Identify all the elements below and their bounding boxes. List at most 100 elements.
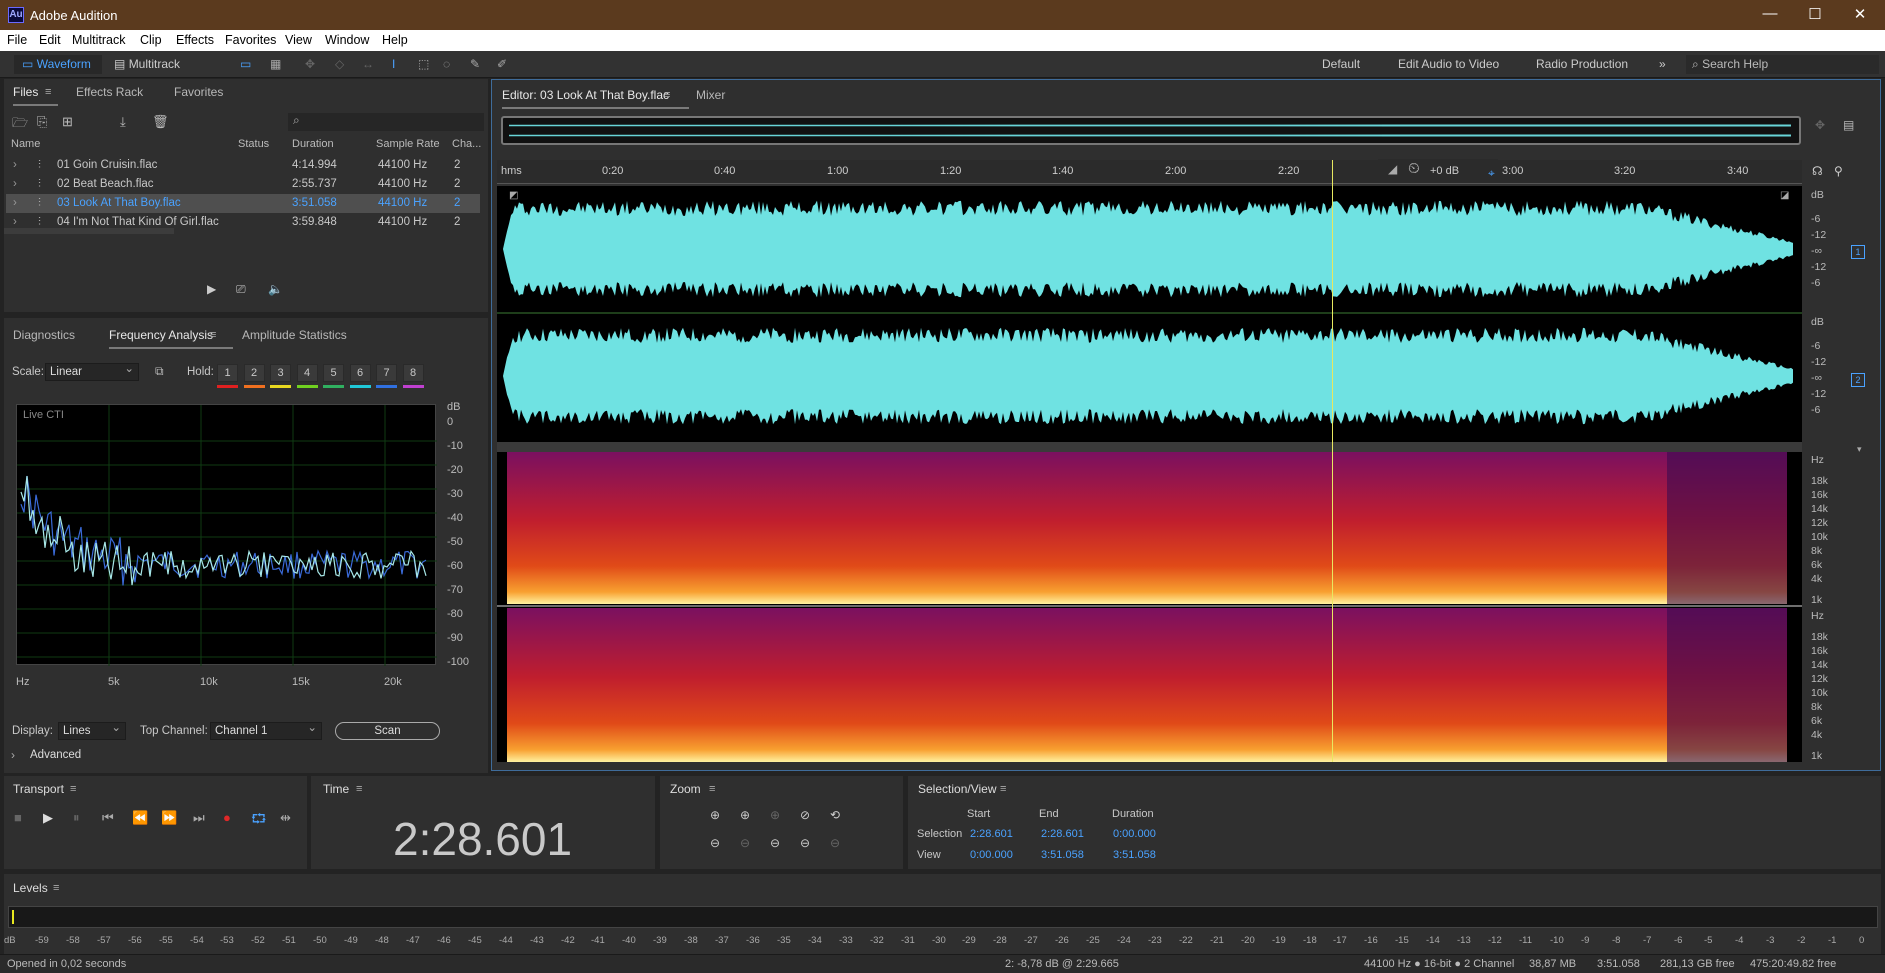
spectral-collapse-icon[interactable]: ▾ xyxy=(1857,444,1862,455)
workspace-default[interactable]: Default xyxy=(1322,55,1360,74)
hold-button-8[interactable]: 8 xyxy=(402,364,424,382)
gain-knob-icon[interactable]: ⏲ xyxy=(1408,160,1420,177)
menu-file[interactable]: File xyxy=(7,33,27,47)
waveform-spectral-divider[interactable] xyxy=(497,442,1802,452)
display-dropdown[interactable]: Lines xyxy=(58,720,126,740)
expand-chevron-icon[interactable]: › xyxy=(13,159,17,171)
hold-button-6[interactable]: 6 xyxy=(349,364,371,382)
scan-button[interactable]: Scan xyxy=(335,722,440,740)
menu-view[interactable]: View xyxy=(285,33,312,47)
file-row[interactable]: › ⫶ 04 I'm Not That Kind Of Girl.flac 3:… xyxy=(6,213,480,232)
panel-options-icon[interactable]: ▤ xyxy=(1843,118,1854,132)
preview-play-icon[interactable]: ▶ xyxy=(207,282,216,296)
spot-healing-tool-icon[interactable]: ✐ xyxy=(497,55,507,74)
zoom-out-amplitude-icon[interactable]: ⊖ xyxy=(710,836,720,850)
tab-files[interactable]: Files xyxy=(13,85,59,106)
channel-1-toggle[interactable]: 1 xyxy=(1851,245,1865,259)
file-row-selected[interactable]: › ⫶ 03 Look At That Boy.flac 3:51.058 44… xyxy=(6,194,480,213)
scale-dropdown[interactable]: Linear xyxy=(45,361,139,381)
top-channel-dropdown[interactable]: Channel 1 xyxy=(210,720,322,740)
hold-button-3[interactable]: 3 xyxy=(270,364,291,382)
lasso-tool-icon[interactable]: ◌ xyxy=(443,55,450,74)
pause-icon[interactable]: ⏸ xyxy=(73,810,80,826)
transport-menu-icon[interactable]: ≡ xyxy=(70,783,76,795)
spectral-display-icon[interactable]: ▭ xyxy=(240,55,251,74)
view-end[interactable]: 3:51.058 xyxy=(1041,849,1084,861)
levels-menu-icon[interactable]: ≡ xyxy=(53,882,59,894)
tab-editor[interactable]: Editor: 03 Look At That Boy.flac xyxy=(502,88,689,109)
expand-chevron-icon[interactable]: › xyxy=(13,178,17,190)
waveform-view-button[interactable]: ▭ Waveform xyxy=(14,55,102,74)
multitrack-view-button[interactable]: ▤ Multitrack xyxy=(106,55,196,74)
hold-button-5[interactable]: 5 xyxy=(323,364,344,382)
rewind-icon[interactable]: ⏪ xyxy=(132,810,148,826)
spectral-display[interactable] xyxy=(497,452,1802,762)
channel-2-toggle[interactable]: 2 xyxy=(1851,373,1865,387)
workspace-radio-production[interactable]: Radio Production xyxy=(1536,55,1628,74)
zoom-in-left-icon[interactable]: ⊖ xyxy=(770,836,780,850)
selection-end[interactable]: 2:28.601 xyxy=(1041,828,1084,840)
zoom-reset-icon[interactable]: ⊕ xyxy=(770,808,780,822)
marquee-tool-icon[interactable]: ⬚ xyxy=(418,55,429,74)
menu-edit[interactable]: Edit xyxy=(39,33,61,47)
menu-effects[interactable]: Effects xyxy=(176,33,214,47)
menu-help[interactable]: Help xyxy=(382,33,408,47)
col-name[interactable]: Name xyxy=(11,138,40,150)
marker-icon[interactable]: ⚲ xyxy=(1834,164,1843,178)
zoom-menu-icon[interactable]: ≡ xyxy=(709,783,715,795)
loop-playback-icon[interactable]: ⮔ xyxy=(251,810,266,832)
gain-value[interactable]: +0 dB xyxy=(1430,165,1459,177)
selection-duration[interactable]: 0:00.000 xyxy=(1113,828,1156,840)
selection-start[interactable]: 2:28.601 xyxy=(970,828,1013,840)
tab-frequency-analysis[interactable]: Frequency Analysis xyxy=(109,328,234,349)
go-to-start-icon[interactable]: ⏮ xyxy=(102,810,114,826)
razor-tool-icon[interactable]: ◇ xyxy=(335,55,344,74)
move-tool-icon[interactable]: ✥ xyxy=(305,55,315,74)
workspace-edit-audio-to-video[interactable]: Edit Audio to Video xyxy=(1398,55,1499,74)
expand-chevron-icon[interactable]: › xyxy=(13,216,17,228)
import-file-icon[interactable]: ⎘ xyxy=(37,114,47,130)
view-start[interactable]: 0:00.000 xyxy=(970,849,1013,861)
hold-button-7[interactable]: 7 xyxy=(376,364,397,382)
menu-multitrack[interactable]: Multitrack xyxy=(72,33,125,47)
time-menu-icon[interactable]: ≡ xyxy=(356,783,362,795)
col-sample-rate[interactable]: Sample Rate xyxy=(376,138,440,150)
go-to-end-icon[interactable]: ⏭ xyxy=(193,810,205,826)
files-search-input[interactable]: ⌕ xyxy=(288,113,484,131)
skip-selection-icon[interactable]: ⇹ xyxy=(280,810,291,826)
minimize-icon[interactable]: — xyxy=(1750,5,1790,25)
stop-icon[interactable]: ■ xyxy=(14,810,22,825)
brush-tool-icon[interactable]: ✎ xyxy=(470,55,480,74)
playhead[interactable] xyxy=(1332,160,1334,762)
waveform-display[interactable]: ◩ ◪ xyxy=(497,186,1802,442)
preview-volume-icon[interactable]: 🔈 xyxy=(268,282,283,296)
view-duration[interactable]: 3:51.058 xyxy=(1113,849,1156,861)
insert-into-multitrack-icon[interactable]: ⤓ xyxy=(120,114,126,130)
advanced-toggle[interactable]: Advanced xyxy=(30,749,81,761)
open-file-icon[interactable]: 🗁 xyxy=(12,114,28,136)
zoom-in-right-icon[interactable]: ⊖ xyxy=(800,836,810,850)
tab-favorites[interactable]: Favorites xyxy=(174,85,223,99)
tab-diagnostics[interactable]: Diagnostics xyxy=(13,328,75,342)
new-file-icon[interactable]: ⊞ xyxy=(62,114,73,130)
scale-options-icon[interactable]: ⧉ xyxy=(155,364,164,379)
tab-effects-rack[interactable]: Effects Rack xyxy=(76,85,143,99)
play-icon[interactable]: ▶ xyxy=(43,810,53,826)
editor-menu-icon[interactable]: ≡ xyxy=(664,89,670,101)
analysis-menu-icon[interactable]: ≡ xyxy=(210,329,216,341)
hold-button-1[interactable]: 1 xyxy=(217,364,238,382)
fade-out-handle-icon[interactable]: ◪ xyxy=(1780,190,1789,201)
spectral-pitch-icon[interactable]: ▦ xyxy=(270,55,281,74)
zoom-full-icon[interactable]: ⟲ xyxy=(830,808,840,822)
zoom-in-time-icon[interactable]: ⊕ xyxy=(740,808,750,822)
overview-navigator[interactable] xyxy=(501,116,1801,145)
menu-clip[interactable]: Clip xyxy=(140,33,162,47)
headphones-icon[interactable]: ☊ xyxy=(1812,164,1823,178)
pin-hud-icon[interactable]: ⌖ xyxy=(1488,166,1495,181)
more-workspaces-icon[interactable]: » xyxy=(1659,55,1666,74)
time-selection-tool-icon[interactable]: I xyxy=(392,55,395,74)
file-row[interactable]: › ⫶ 02 Beat Beach.flac 2:55.737 44100 Hz… xyxy=(6,175,480,194)
files-menu-icon[interactable]: ≡ xyxy=(45,86,51,98)
zoom-nav-icon[interactable]: ✥ xyxy=(1815,118,1825,132)
zoom-in-amplitude-icon[interactable]: ⊕ xyxy=(710,808,720,822)
